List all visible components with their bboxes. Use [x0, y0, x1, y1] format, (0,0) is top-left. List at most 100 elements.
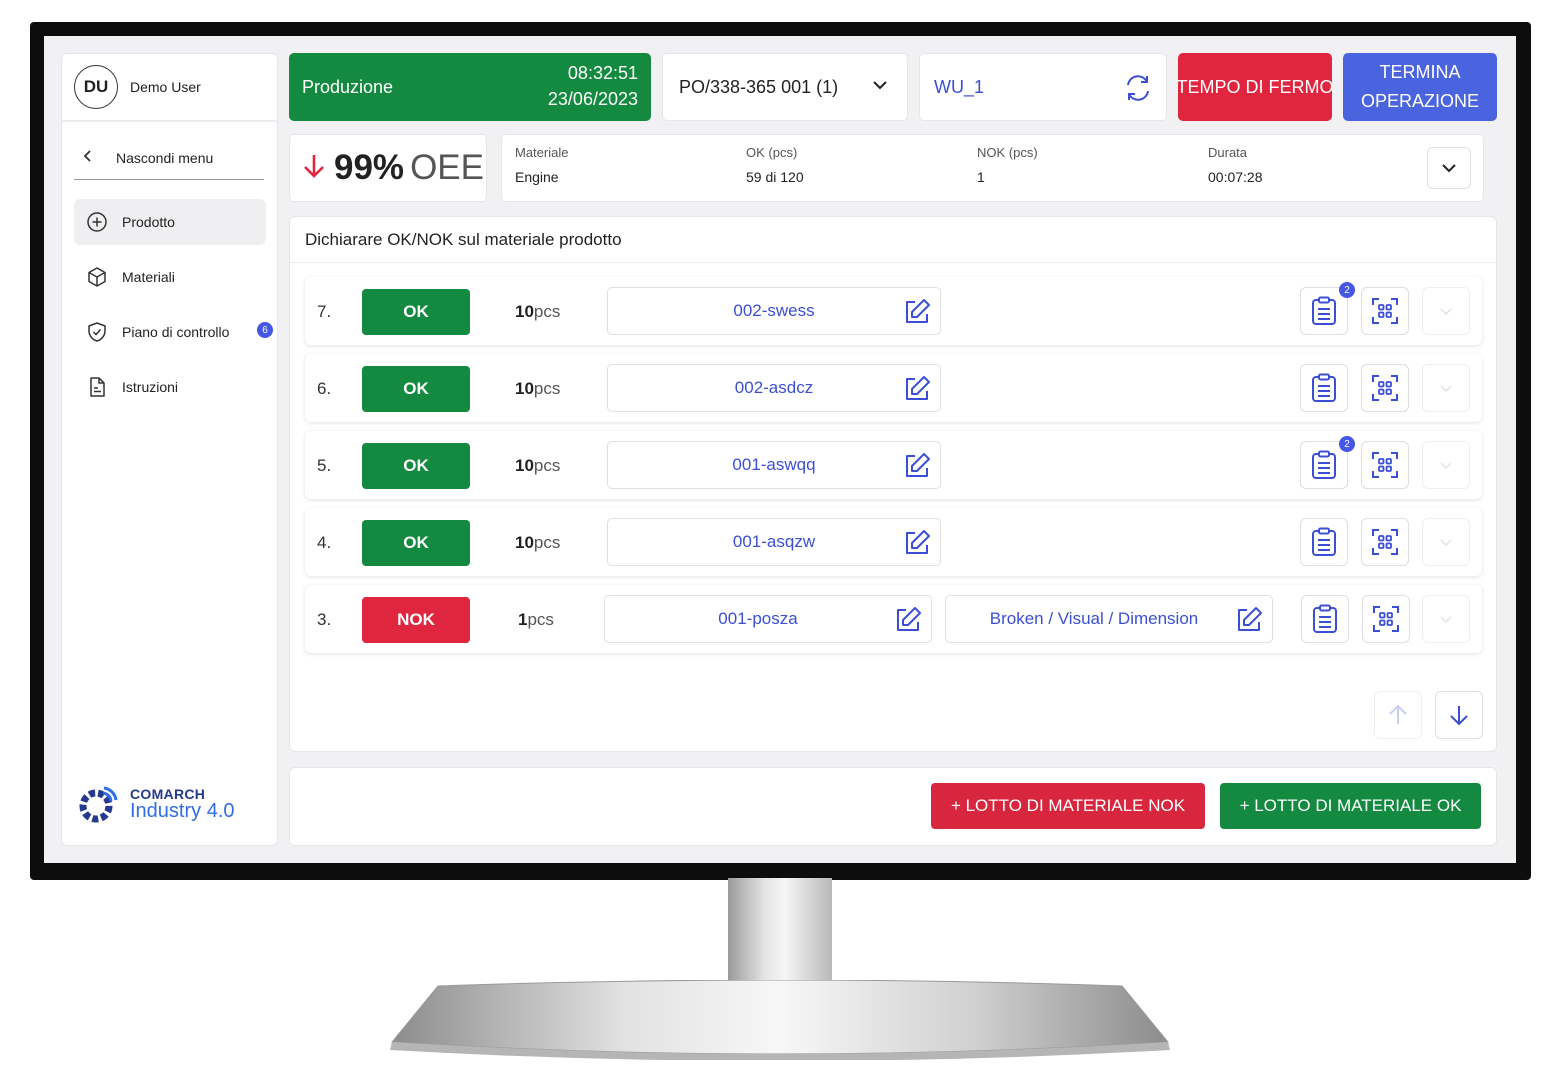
- row-quantity: 10pcs: [515, 302, 560, 322]
- chevron-down-icon: [1440, 308, 1452, 316]
- finish-operation-button[interactable]: TERMINA OPERAZIONE: [1343, 53, 1497, 121]
- downtime-button[interactable]: TEMPO DI FERMO: [1177, 53, 1334, 121]
- production-status: Produzione 08:32:51 23/06/2023: [289, 53, 651, 121]
- scroll-down-button[interactable]: [1435, 691, 1483, 739]
- notification-badge: 2: [1339, 282, 1355, 298]
- status-badge[interactable]: OK: [362, 520, 470, 566]
- notification-badge: 6: [257, 322, 273, 338]
- edit-icon[interactable]: [902, 451, 932, 486]
- clipboard-icon: [1313, 604, 1337, 633]
- scan-button[interactable]: [1361, 364, 1409, 412]
- chevron-down-icon: [1440, 385, 1452, 393]
- clipboard-icon: [1312, 296, 1336, 325]
- lot-field[interactable]: 002-swess: [607, 287, 941, 335]
- info-ok-label: OK (pcs): [746, 145, 798, 160]
- lot-value: 001-posza: [718, 609, 798, 628]
- lot-value: 002-asdcz: [734, 378, 814, 397]
- scan-button[interactable]: [1361, 287, 1409, 335]
- add-ok-lot-button[interactable]: + LOTTO DI MATERIALE OK: [1220, 783, 1481, 829]
- plus-circle-icon: [86, 211, 108, 233]
- work-unit-value: WU_1: [934, 76, 985, 97]
- sidebar-item-label: Piano di controllo: [122, 324, 230, 340]
- monitor-stand-neck: [728, 878, 832, 988]
- row-quantity: 10pcs: [515, 456, 560, 476]
- shield-check-icon: [86, 321, 108, 343]
- brand-product: Industry 4.0: [130, 799, 235, 822]
- checklist-button[interactable]: [1300, 518, 1348, 566]
- info-nok: NOK (pcs) 1: [977, 145, 1038, 185]
- row-index: 6.: [317, 379, 332, 398]
- row-quantity: 10pcs: [515, 379, 560, 399]
- avatar: DU: [74, 65, 118, 109]
- refresh-icon[interactable]: [1122, 72, 1154, 109]
- declaration-panel: Dichiarare OK/NOK sul materiale prodotto…: [289, 216, 1497, 752]
- scan-button[interactable]: [1362, 595, 1410, 643]
- hide-menu-label: Nascondi menu: [116, 149, 214, 166]
- clock-date: 23/06/2023: [547, 89, 638, 109]
- production-info: Materiale Engine OK (pcs) 59 di 120 NOK …: [501, 134, 1484, 202]
- qr-scan-icon: [1373, 606, 1399, 632]
- expand-info-button[interactable]: [1427, 147, 1471, 189]
- table-row: 7. OK 10pcs 002-swess 2: [305, 277, 1482, 345]
- expand-row-button[interactable]: [1422, 441, 1470, 489]
- edit-icon[interactable]: [893, 605, 923, 640]
- edit-icon[interactable]: [902, 528, 932, 563]
- comarch-gear-icon: [79, 786, 118, 823]
- edit-icon[interactable]: [902, 374, 932, 409]
- arrow-down-icon: [302, 152, 326, 185]
- row-index: 3.: [317, 610, 332, 629]
- lot-field[interactable]: 001-aswqq: [607, 441, 941, 489]
- expand-row-button[interactable]: [1422, 287, 1470, 335]
- table-row: 6. OK 10pcs 002-asdcz: [305, 354, 1482, 422]
- status-badge[interactable]: OK: [362, 289, 470, 335]
- expand-row-button[interactable]: [1422, 518, 1470, 566]
- status-badge[interactable]: OK: [362, 443, 470, 489]
- order-select[interactable]: PO/338-365 001 (1): [662, 53, 908, 121]
- action-footer: + LOTTO DI MATERIALE NOK + LOTTO DI MATE…: [289, 767, 1497, 846]
- hide-menu-button[interactable]: Nascondi menu: [74, 136, 264, 180]
- oee-value: 99%: [334, 148, 405, 187]
- lot-field[interactable]: 002-asdcz: [607, 364, 941, 412]
- clipboard-icon: [1312, 373, 1336, 402]
- table-row: 3. NOK 1pcs 001-posza Broken / Visual / …: [305, 585, 1482, 653]
- qty-unit: pcs: [533, 456, 561, 475]
- cube-icon: [86, 266, 108, 288]
- lot-field[interactable]: 001-asqzw: [607, 518, 941, 566]
- brand-logo: COMARCH Industry 4.0: [76, 782, 235, 826]
- monitor-stand-base: [390, 980, 1170, 1060]
- qty-unit: pcs: [533, 379, 561, 398]
- nok-reason-field[interactable]: Broken / Visual / Dimension: [945, 595, 1273, 643]
- order-value: PO/338-365 001 (1): [679, 76, 839, 97]
- scan-button[interactable]: [1361, 441, 1409, 489]
- sidebar-item-materiali[interactable]: Materiali: [74, 254, 266, 300]
- clipboard-icon: [1312, 450, 1336, 479]
- lot-field[interactable]: 001-posza: [604, 595, 932, 643]
- status-badge[interactable]: OK: [362, 366, 470, 412]
- edit-icon[interactable]: [1234, 605, 1264, 640]
- sidebar-item-prodotto[interactable]: Prodotto: [74, 199, 266, 245]
- expand-row-button[interactable]: [1422, 595, 1470, 643]
- user-profile[interactable]: DU Demo User: [62, 54, 277, 122]
- chevron-down-icon: [1440, 539, 1452, 547]
- lot-value: 001-aswqq: [732, 455, 816, 474]
- info-duration-value: 00:07:28: [1208, 169, 1263, 185]
- row-quantity: 10pcs: [515, 533, 560, 553]
- qr-scan-icon: [1372, 298, 1398, 324]
- add-nok-lot-button[interactable]: + LOTTO DI MATERIALE NOK: [931, 783, 1205, 829]
- info-material: Materiale Engine: [515, 145, 568, 185]
- info-ok: OK (pcs) 59 di 120: [746, 145, 804, 185]
- edit-icon[interactable]: [902, 297, 932, 332]
- work-unit-field[interactable]: WU_1: [919, 53, 1167, 121]
- sidebar-item-istruzioni[interactable]: Istruzioni: [74, 364, 266, 410]
- sidebar-item-piano-di-controllo[interactable]: Piano di controllo: [74, 309, 266, 355]
- scan-button[interactable]: [1361, 518, 1409, 566]
- scroll-up-button[interactable]: [1374, 691, 1422, 739]
- status-badge[interactable]: NOK: [362, 597, 470, 643]
- lot-value: 002-swess: [733, 301, 815, 320]
- finish-button-line1: TERMINA: [1379, 62, 1461, 82]
- expand-row-button[interactable]: [1422, 364, 1470, 412]
- arrow-down-icon: [1450, 706, 1468, 726]
- qr-scan-icon: [1372, 452, 1398, 478]
- checklist-button[interactable]: [1300, 364, 1348, 412]
- checklist-button[interactable]: [1301, 595, 1349, 643]
